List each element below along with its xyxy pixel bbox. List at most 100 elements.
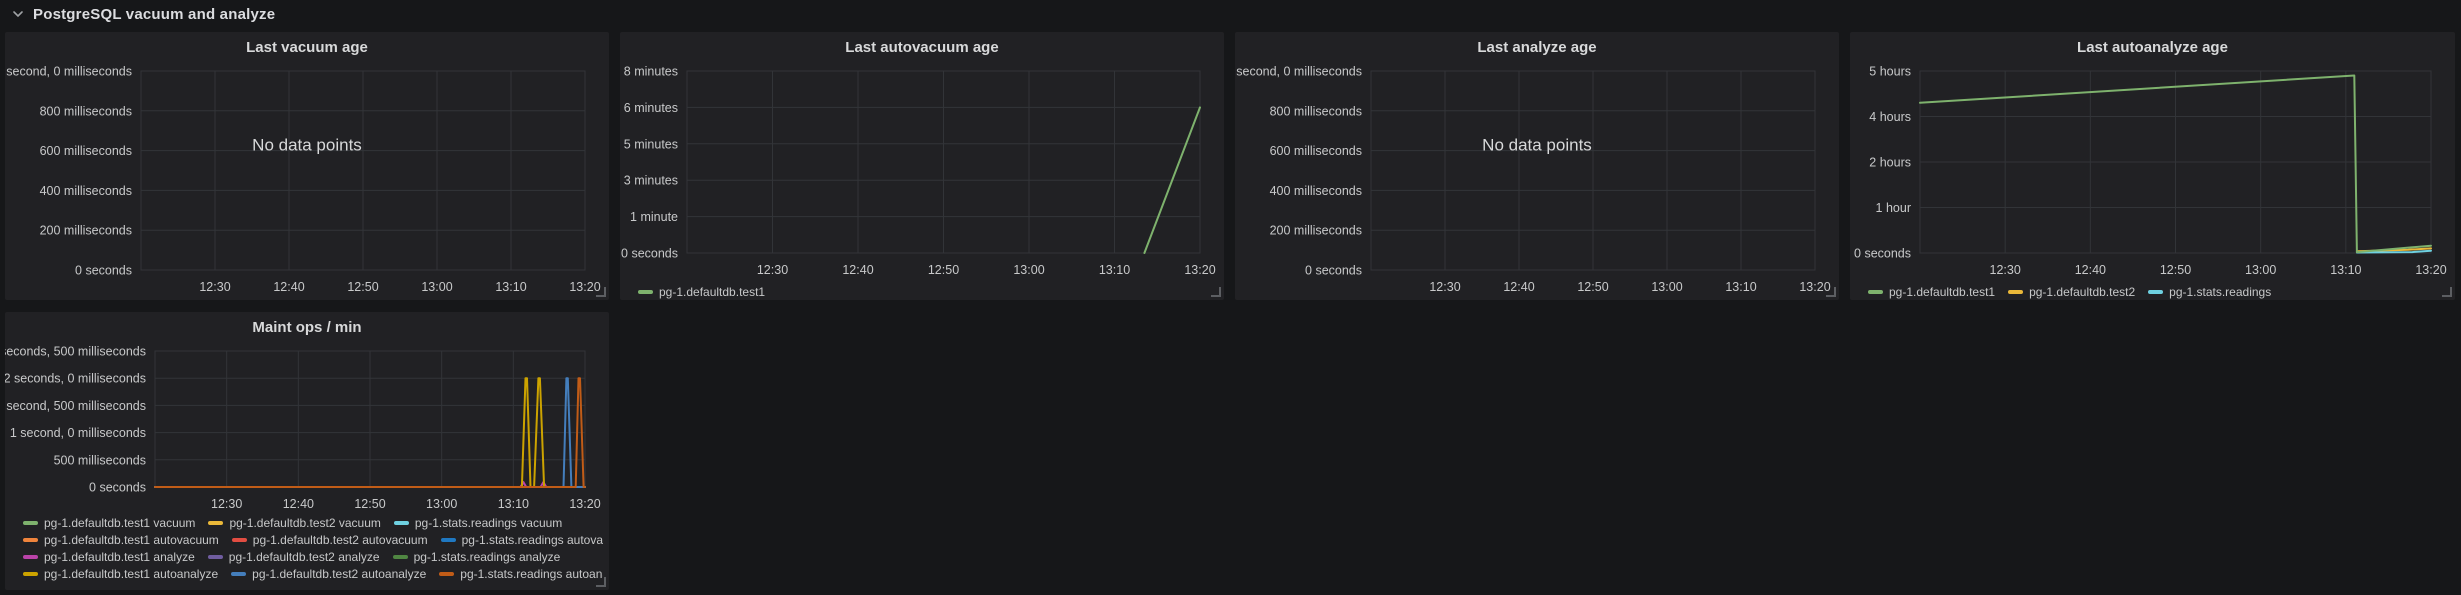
x-axis-label: 13:00 — [2245, 263, 2276, 277]
panel-title[interactable]: Maint ops / min — [5, 319, 609, 336]
y-axis-label: 0 seconds — [75, 264, 132, 278]
legend-label: pg-1.stats.readings — [2169, 285, 2271, 299]
x-axis-label: 13:10 — [498, 497, 529, 511]
legend-label: pg-1.defaultdb.test1 autovacuum — [44, 533, 219, 547]
legend-swatch-icon — [2008, 290, 2023, 294]
x-axis-label: 13:00 — [1651, 280, 1682, 294]
resize-handle[interactable] — [596, 577, 606, 587]
x-axis-label: 13:20 — [1184, 263, 1215, 277]
x-axis-label: 12:30 — [211, 497, 242, 511]
legend: pg-1.defaultdb.test1 — [638, 283, 1218, 300]
panel-last-autoanalyze-age: Last autoanalyze age 5 hours4 hours2 hou… — [1850, 32, 2455, 300]
panel-title[interactable]: Last vacuum age — [5, 39, 609, 56]
legend-label: pg-1.stats.readings vacuum — [415, 516, 562, 530]
legend-item[interactable]: pg-1.stats.readings autovacuum — [441, 533, 603, 547]
dashboard: PostgreSQL vacuum and analyze Last vacuu… — [0, 0, 2461, 595]
chart-last-analyze-age[interactable]: 1 second, 0 milliseconds800 milliseconds… — [1235, 32, 1839, 300]
legend-swatch-icon — [393, 555, 408, 559]
legend-swatch-icon — [23, 572, 38, 576]
y-axis-label: 200 milliseconds — [40, 224, 132, 238]
legend-label: pg-1.stats.readings analyze — [414, 550, 561, 564]
legend-item[interactable]: pg-1.defaultdb.test1 autoanalyze — [23, 567, 218, 581]
x-axis-label: 12:40 — [2075, 263, 2106, 277]
legend-item[interactable]: pg-1.defaultdb.test2 — [2008, 285, 2135, 299]
x-axis-label: 13:20 — [569, 497, 600, 511]
legend-item[interactable]: pg-1.stats.readings vacuum — [394, 516, 562, 530]
panel-title[interactable]: Last autovacuum age — [620, 39, 1224, 56]
legend-swatch-icon — [208, 521, 223, 525]
legend-label: pg-1.defaultdb.test2 analyze — [229, 550, 380, 564]
panel-title[interactable]: Last autoanalyze age — [1850, 39, 2455, 56]
legend-item[interactable]: pg-1.defaultdb.test1 vacuum — [23, 516, 195, 530]
x-axis-label: 12:40 — [283, 497, 314, 511]
resize-handle[interactable] — [596, 287, 606, 297]
legend-label: pg-1.stats.readings autoanalyze — [460, 567, 603, 581]
y-axis-label: 1 second, 0 milliseconds — [1235, 65, 1362, 79]
y-axis-label: 400 milliseconds — [1270, 184, 1362, 198]
chart-last-autovacuum-age[interactable]: 8 minutes6 minutes5 minutes3 minutes1 mi… — [620, 32, 1224, 300]
x-axis-label: 13:10 — [495, 280, 526, 294]
y-axis-label: 1 second, 500 milliseconds — [5, 399, 146, 413]
y-axis-label: 600 milliseconds — [1270, 144, 1362, 158]
legend-item[interactable]: pg-1.defaultdb.test2 analyze — [208, 550, 380, 564]
legend-item[interactable]: pg-1.defaultdb.test2 vacuum — [208, 516, 380, 530]
chart-last-autoanalyze-age[interactable]: 5 hours4 hours2 hours1 hour0 seconds12:3… — [1850, 32, 2455, 300]
legend-item[interactable]: pg-1.stats.readings — [2148, 285, 2271, 299]
y-axis-label: 5 minutes — [624, 137, 678, 151]
y-axis-label: 0 seconds — [621, 247, 678, 261]
resize-handle[interactable] — [2442, 287, 2452, 297]
legend-swatch-icon — [23, 555, 38, 559]
x-axis-label: 12:50 — [928, 263, 959, 277]
y-axis-label: 5 hours — [1869, 65, 1911, 79]
legend-swatch-icon — [394, 521, 409, 525]
legend-item[interactable]: pg-1.defaultdb.test2 autovacuum — [232, 533, 428, 547]
y-axis-label: 600 milliseconds — [40, 144, 132, 158]
y-axis-label: 2 seconds, 500 milliseconds — [5, 345, 146, 359]
x-axis-label: 12:30 — [757, 263, 788, 277]
x-axis-label: 12:40 — [273, 280, 304, 294]
legend-label: pg-1.defaultdb.test2 autoanalyze — [252, 567, 426, 581]
legend: pg-1.defaultdb.test1 vacuum pg-1.defaultd… — [23, 514, 603, 582]
legend-item[interactable]: pg-1.defaultdb.test1 — [638, 285, 765, 299]
resize-handle[interactable] — [1211, 287, 1221, 297]
y-axis-label: 1 minute — [630, 210, 678, 224]
y-axis-label: 200 milliseconds — [1270, 224, 1362, 238]
legend-item[interactable]: pg-1.defaultdb.test1 analyze — [23, 550, 195, 564]
legend-label: pg-1.defaultdb.test1 autoanalyze — [44, 567, 218, 581]
legend: pg-1.defaultdb.test1 pg-1.defaultdb.test2… — [1868, 283, 2449, 300]
legend-swatch-icon — [1868, 290, 1883, 294]
legend-label: pg-1.defaultdb.test1 — [659, 285, 765, 299]
x-axis-label: 13:10 — [1099, 263, 1130, 277]
no-data-text: No data points — [1482, 136, 1592, 155]
x-axis-label: 12:30 — [1429, 280, 1460, 294]
legend-item[interactable]: pg-1.defaultdb.test1 autovacuum — [23, 533, 219, 547]
x-axis-label: 12:30 — [199, 280, 230, 294]
legend-swatch-icon — [208, 555, 223, 559]
legend-item[interactable]: pg-1.defaultdb.test1 — [1868, 285, 1995, 299]
row-header[interactable]: PostgreSQL vacuum and analyze — [0, 0, 2461, 28]
legend-swatch-icon — [23, 521, 38, 525]
legend-label: pg-1.defaultdb.test2 autovacuum — [253, 533, 428, 547]
y-axis-label: 400 milliseconds — [40, 184, 132, 198]
y-axis-label: 3 minutes — [624, 174, 678, 188]
x-axis-label: 13:10 — [2330, 263, 2361, 277]
y-axis-label: 6 minutes — [624, 101, 678, 115]
legend-label: pg-1.defaultdb.test1 — [1889, 285, 1995, 299]
legend-item[interactable]: pg-1.defaultdb.test2 autoanalyze — [231, 567, 426, 581]
legend-item[interactable]: pg-1.stats.readings autoanalyze — [439, 567, 603, 581]
chevron-down-icon[interactable] — [11, 7, 25, 21]
resize-handle[interactable] — [1826, 287, 1836, 297]
x-axis-label: 13:00 — [421, 280, 452, 294]
legend-item[interactable]: pg-1.stats.readings analyze — [393, 550, 561, 564]
panel-last-autovacuum-age: Last autovacuum age 8 minutes6 minutes5 … — [620, 32, 1224, 300]
chart-last-vacuum-age[interactable]: 1 second, 0 milliseconds800 milliseconds… — [5, 32, 609, 300]
x-axis-label: 12:50 — [354, 497, 385, 511]
x-axis-label: 12:50 — [347, 280, 378, 294]
x-axis-label: 12:40 — [842, 263, 873, 277]
legend-label: pg-1.defaultdb.test1 vacuum — [44, 516, 195, 530]
legend-swatch-icon — [441, 538, 456, 542]
y-axis-label: 2 hours — [1869, 156, 1911, 170]
row-title[interactable]: PostgreSQL vacuum and analyze — [33, 6, 275, 23]
panel-last-analyze-age: Last analyze age 1 second, 0 millisecond… — [1235, 32, 1839, 300]
panel-title[interactable]: Last analyze age — [1235, 39, 1839, 56]
